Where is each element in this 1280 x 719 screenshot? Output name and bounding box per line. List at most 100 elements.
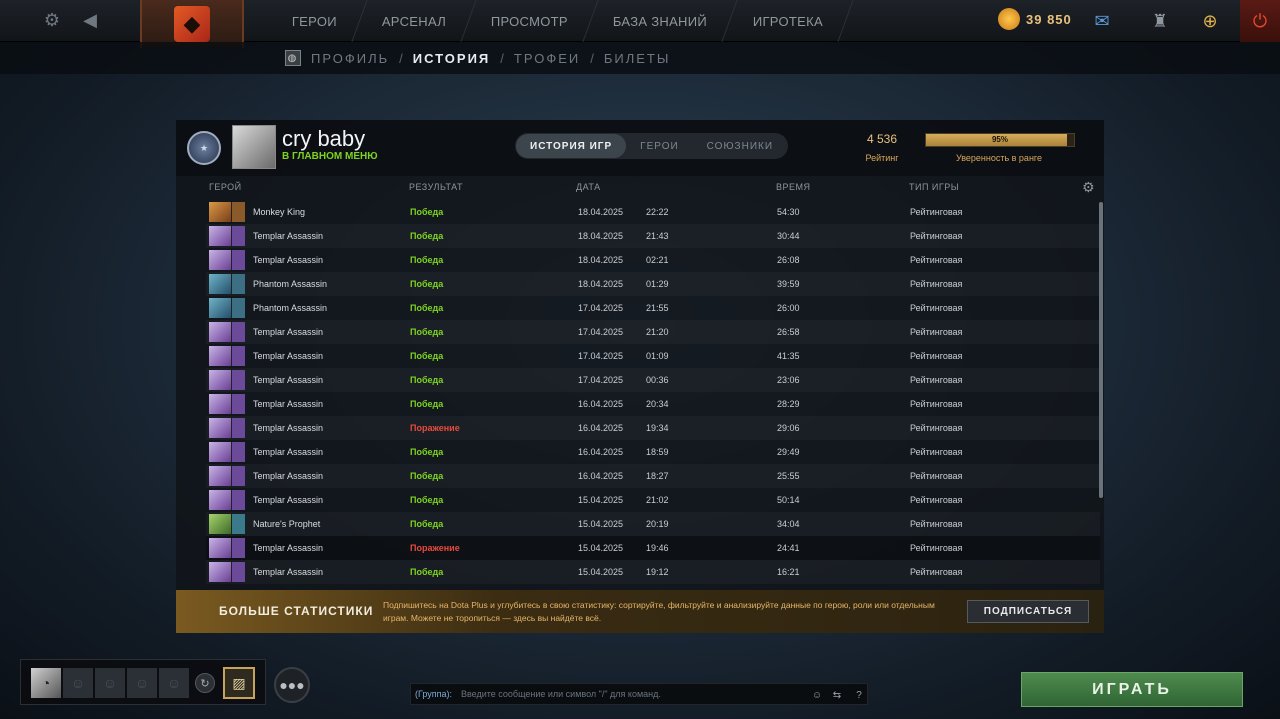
hero-name: Templar Assassin [253, 543, 324, 553]
hero-portrait [209, 562, 231, 582]
match-result: Победа [410, 399, 444, 409]
match-result: Победа [410, 279, 444, 289]
match-duration: 28:29 [777, 399, 800, 409]
emoji-icon[interactable]: ☺ [809, 687, 825, 703]
tab-match-history[interactable]: ИСТОРИЯ ИГР [516, 134, 627, 158]
subnav-tickets[interactable]: БИЛЕТЫ [604, 51, 671, 66]
match-start-time: 18:27 [646, 471, 669, 481]
tab-heroes[interactable]: ГЕРОИ [626, 134, 693, 158]
match-duration: 41:35 [777, 351, 800, 361]
table-row[interactable]: Monkey King Победа 18.04.2025 22:22 54:30 Рей… [206, 200, 1100, 224]
role-icon [231, 418, 245, 438]
chat-bubble-icon[interactable]: ✉ [1082, 0, 1122, 42]
back-arrow-icon[interactable]: ◀ [70, 0, 110, 42]
tab-allies[interactable]: СОЮЗНИКИ [693, 134, 787, 158]
chat-channel[interactable]: (Группа): [415, 689, 452, 699]
power-icon[interactable]: ⏻ [1240, 0, 1280, 42]
table-row[interactable]: Templar Assassin Победа 17.04.2025 21:20 26:… [206, 320, 1100, 344]
nav-heroes[interactable]: ГЕРОИ [262, 0, 368, 42]
subnav-trophies[interactable]: ТРОФЕИ [514, 51, 580, 66]
role-icon [231, 346, 245, 366]
game-type: Рейтинговая [910, 327, 963, 337]
help-icon[interactable]: ? [851, 687, 867, 703]
hero-name: Phantom Assassin [253, 279, 328, 289]
match-date: 15.04.2025 [578, 519, 624, 529]
header-result[interactable]: РЕЗУЛЬТАТ [409, 182, 463, 192]
subnav-history[interactable]: ИСТОРИЯ [413, 51, 491, 66]
header-date[interactable]: ДАТА [576, 182, 601, 192]
subscribe-button[interactable]: ПОДПИСАТЬСЯ [967, 600, 1089, 623]
hero-name: Templar Assassin [253, 567, 324, 577]
match-duration: 29:49 [777, 447, 800, 457]
table-row[interactable]: Phantom Assassin Победа 18.04.2025 01:29 39:… [206, 272, 1100, 296]
match-duration: 26:08 [777, 255, 800, 265]
match-duration: 39:59 [777, 279, 800, 289]
table-row[interactable]: Templar Assassin Поражение 16.04.2025 19:34… [206, 416, 1100, 440]
chat-wheel-icon[interactable]: ⇆ [829, 687, 845, 703]
hero-portrait [209, 274, 231, 294]
swap-icon[interactable]: ↻ [195, 673, 215, 693]
match-result: Поражение [410, 423, 460, 433]
game-type: Рейтинговая [910, 279, 963, 289]
header-duration[interactable]: ВРЕМЯ [776, 182, 811, 192]
player-name: cry baby [282, 126, 366, 151]
table-row[interactable]: Templar Assassin Победа 16.04.2025 18:59 29:… [206, 440, 1100, 464]
chat-input[interactable]: (Группа): Введите сообщение или символ "… [410, 683, 868, 705]
table-row[interactable]: Phantom Assassin Победа 17.04.2025 21:55 26:… [206, 296, 1100, 320]
avatar[interactable] [232, 125, 276, 169]
match-result: Победа [410, 375, 444, 385]
party-slot-empty[interactable]: ☺ [127, 668, 157, 698]
hero-name: Phantom Assassin [253, 303, 328, 313]
table-row[interactable]: Templar Assassin Победа 17.04.2025 00:36 23:… [206, 368, 1100, 392]
chat-placeholder: Введите сообщение или символ "/" для ком… [461, 689, 661, 699]
hero-portrait [209, 514, 231, 534]
scrollbar[interactable] [1099, 202, 1103, 498]
hero-name: Templar Assassin [253, 327, 324, 337]
party-slot-empty[interactable]: ☺ [95, 668, 125, 698]
party-slot-empty[interactable]: ☺ [63, 668, 93, 698]
gear-icon[interactable]: ⚙ [32, 0, 72, 42]
match-result: Победа [410, 327, 444, 337]
shards-currency[interactable]: 39 850 [998, 8, 1072, 30]
subnav-profile[interactable]: ПРОФИЛЬ [311, 51, 389, 66]
table-row[interactable]: Templar Assassin Победа 17.04.2025 01:09 41:… [206, 344, 1100, 368]
plus-icon[interactable]: ⊕ [1190, 0, 1230, 42]
table-row[interactable]: Templar Assassin Победа 15.04.2025 19:12 16:… [206, 560, 1100, 584]
guild-icon[interactable]: ▨ [223, 667, 255, 699]
table-row[interactable]: Templar Assassin Победа 16.04.2025 20:34 28:… [206, 392, 1100, 416]
match-date: 16.04.2025 [578, 399, 624, 409]
header-hero[interactable]: ГЕРОЙ [209, 182, 242, 192]
friends-icon[interactable]: ●●● [274, 667, 310, 703]
rank-confidence-label: Уверенность в ранге [955, 153, 1043, 163]
match-date: 18.04.2025 [578, 279, 624, 289]
table-row[interactable]: Templar Assassin Победа 16.04.2025 18:27 25:… [206, 464, 1100, 488]
hero-portrait [209, 490, 231, 510]
nav-watch[interactable]: ПРОСМОТР [461, 0, 599, 42]
table-row[interactable]: Templar Assassin Победа 15.04.2025 21:02 50:… [206, 488, 1100, 512]
rank-medal[interactable]: ★ [182, 126, 226, 170]
nav-learn[interactable]: БАЗА ЗНАНИЙ [583, 0, 739, 42]
nav-arcade[interactable]: ИГРОТЕКА [722, 0, 854, 42]
table-row[interactable]: Templar Assassin Поражение 15.04.2025 19:46… [206, 536, 1100, 560]
nav-armory[interactable]: АРСЕНАЛ [352, 0, 477, 42]
armory-icon[interactable]: ♜ [1140, 0, 1180, 42]
table-header: ГЕРОЙ РЕЗУЛЬТАТ ДАТА ВРЕМЯ ТИП ИГРЫ ⚙ [176, 176, 1104, 198]
table-row[interactable]: Templar Assassin Победа 18.04.2025 21:43 30:… [206, 224, 1100, 248]
dota-logo-tab[interactable]: ◆ [140, 0, 244, 48]
play-button[interactable]: ИГРАТЬ [1021, 672, 1243, 707]
header-game-type[interactable]: ТИП ИГРЫ [909, 182, 959, 192]
match-start-time: 18:59 [646, 447, 669, 457]
party-slot-empty[interactable]: ☺ [159, 668, 189, 698]
party-slot-self[interactable]: ◔ [31, 668, 61, 698]
hero-portrait [209, 202, 231, 222]
table-row[interactable]: Templar Assassin Победа 18.04.2025 02:21 26:… [206, 248, 1100, 272]
match-duration: 26:58 [777, 327, 800, 337]
match-result: Победа [410, 207, 444, 217]
table-row[interactable]: Nature's Prophet Победа 15.04.2025 20:19 34:… [206, 512, 1100, 536]
gear-icon[interactable]: ⚙ [1082, 179, 1095, 196]
shards-amount: 39 850 [1026, 11, 1072, 27]
hero-portrait [209, 418, 231, 438]
match-start-time: 20:19 [646, 519, 669, 529]
match-duration: 30:44 [777, 231, 800, 241]
match-duration: 25:55 [777, 471, 800, 481]
